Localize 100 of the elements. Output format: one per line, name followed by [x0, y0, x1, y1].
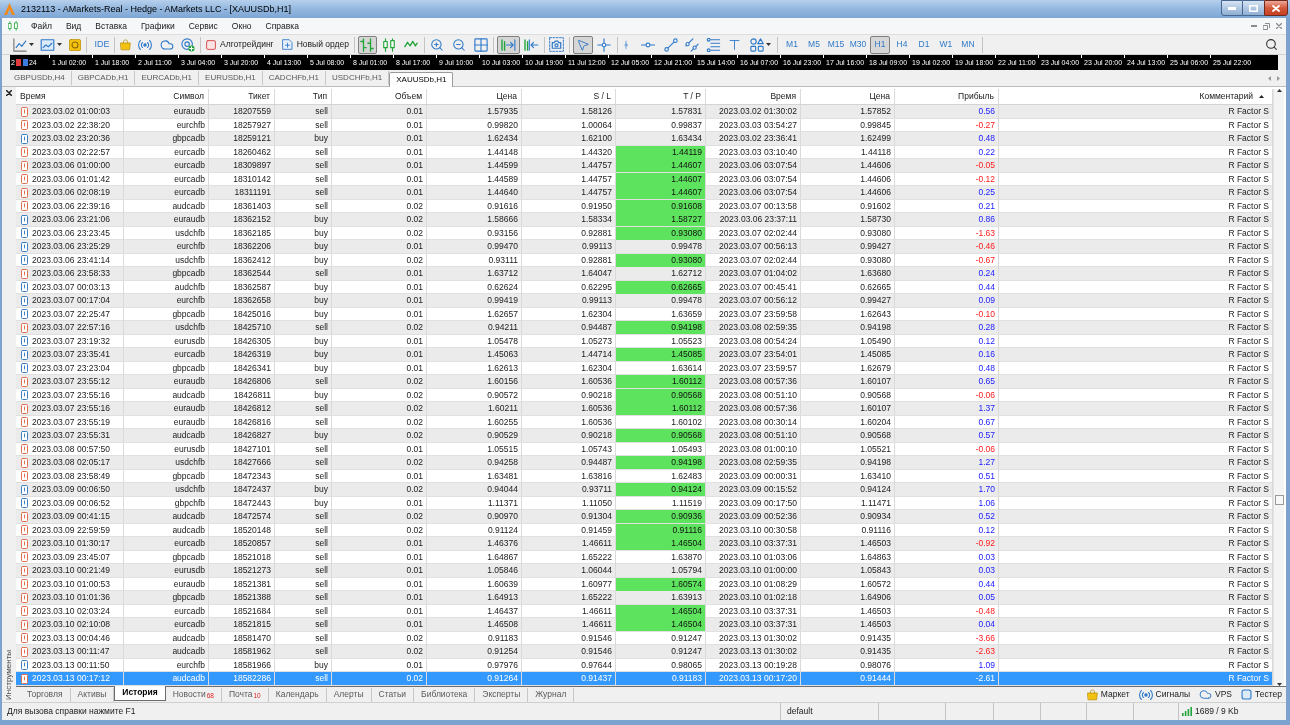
table-cell: 18472437: [209, 483, 275, 496]
service-button[interactable]: Сигналы: [1138, 688, 1191, 701]
table-row[interactable]: 2023.03.06 23:21:06 euraudb 18362152 buy 0.02 1.58666 1.58334 1.58727 2023.03.06 23:37:11 1.58730 0.86 R Factor S: [16, 213, 1273, 227]
tile-windows-button[interactable]: [471, 35, 490, 54]
table-cell: audcadb: [124, 388, 209, 402]
pointer-tool-button[interactable]: [594, 35, 614, 54]
timeframe-button[interactable]: D1: [913, 35, 934, 54]
table-cell: 18472574: [209, 510, 275, 523]
table-row[interactable]: 2023.03.09 00:41:15 audcadb 18472574 sell 0.02 0.90970 0.91304 0.90936 2023.03.09 00:52:36 0.90934 0.52 R Factor S: [16, 510, 1273, 524]
table-row[interactable]: 2023.03.06 01:00:00 eurcadb 18309897 sell 0.01 1.44599 1.44757 1.44607 2023.03.06 03:07:54 1.44606 -0.05 R Factor S: [16, 159, 1273, 173]
menu-item[interactable]: Вставка: [88, 18, 134, 34]
close-panel-button[interactable]: [6, 90, 12, 96]
table-cell: 18426816: [209, 415, 275, 429]
table-row[interactable]: 2023.03.10 01:01:36 gbpcadb 18521388 sell 0.01 1.64913 1.65222 1.63913 2023.03.10 01:02:18 1.64906 0.05 R Factor S: [16, 591, 1273, 605]
restore-button[interactable]: [1263, 22, 1270, 30]
column-header[interactable]: Объем: [394, 90, 422, 103]
table-row[interactable]: 2023.03.02 23:20:36 gbpcadb 18259121 buy 0.01 1.62434 1.62100 1.63434 2023.03.02 23:36:41 1.62499 0.48 R Factor S: [16, 132, 1273, 146]
table-row[interactable]: 2023.03.13 00:11:47 audcadb 18581962 sell 0.02 0.91254 0.91546 0.91247 2023.03.13 01:30:02 0.91435 -2.63 R Factor S: [16, 645, 1273, 659]
auto-scroll-button[interactable]: [496, 35, 520, 54]
column-header[interactable]: Цена: [869, 90, 890, 103]
timeframe-button[interactable]: W1: [935, 35, 956, 54]
table-row[interactable]: 2023.03.06 23:58:33 gbpcadb 18362544 sell 0.01 1.63712 1.64047 1.62712 2023.03.07 01:04:02 1.63680 0.24 R Factor S: [16, 267, 1273, 281]
chart-tab[interactable]: XAUUSDb,H1: [389, 72, 454, 87]
maximize-button[interactable]: [1243, 0, 1264, 16]
table-row[interactable]: 2023.03.08 02:05:17 usdchfb 18427666 sell 0.02 0.94258 0.94487 0.94198 2023.03.08 02:59:35 0.94198 1.27 R Factor S: [16, 456, 1273, 470]
trend-line-icon: [663, 37, 678, 52]
chart-type-button[interactable]: [357, 35, 377, 54]
table-cell: sell: [275, 375, 332, 388]
column-header[interactable]: T / P: [683, 90, 701, 103]
service-button[interactable]: Тестер: [1241, 688, 1282, 701]
table-cell: sell: [275, 618, 332, 631]
table-cell: 2023.03.09 00:15:52: [706, 483, 801, 496]
table-row[interactable]: 2023.03.09 00:06:50 usdchfb 18472437 buy 0.02 0.94044 0.93711 0.94124 2023.03.09 00:15:52 0.94124 1.70 R Factor S: [16, 483, 1273, 497]
table-row[interactable]: 2023.03.07 23:35:41 eurcadb 18426319 buy 0.01 1.45063 1.44714 1.45085 2023.03.07 23:54:01 1.45085 0.16 R Factor S: [16, 348, 1273, 362]
ide-button[interactable]: IDE: [93, 35, 111, 54]
table-row[interactable]: 2023.03.10 00:21:49 eurusdb 18521273 sell 0.01 1.05846 1.06044 1.05794 2023.03.10 01:00:00 1.05843 0.03 R Factor S: [16, 564, 1273, 578]
chart-tab[interactable]: GBPUSDb,H4: [8, 71, 72, 85]
table-cell: 0.91264: [427, 672, 522, 685]
table-row[interactable]: 2023.03.07 23:55:16 euraudb 18426812 sell 0.02 1.60211 1.60536 1.60112 2023.03.08 00:57:36 1.60107 1.37 R Factor S: [16, 402, 1273, 416]
chart-tab[interactable]: CADCHFb,H1: [262, 71, 326, 85]
timeframe-button[interactable]: M5: [803, 35, 824, 54]
column-header[interactable]: Прибыль: [958, 90, 994, 103]
table-cell: 0.01: [332, 550, 427, 564]
chart-tab[interactable]: EURCADb,H1: [135, 71, 200, 85]
service-button[interactable]: VPS: [1199, 688, 1233, 701]
menu-item[interactable]: Сервис: [181, 18, 225, 34]
vertical-scrollbar[interactable]: [1273, 89, 1284, 686]
timeframe-button[interactable]: M1: [781, 35, 802, 54]
menu-item[interactable]: Окно: [224, 18, 259, 34]
column-header[interactable]: S / L: [593, 90, 611, 103]
radar-button[interactable]: [179, 35, 197, 54]
table-cell: 0.91124: [427, 523, 522, 537]
trend-line-button[interactable]: [661, 35, 680, 54]
panel-tab[interactable]: История: [114, 686, 166, 701]
column-header[interactable]: Цена: [496, 90, 517, 103]
table-cell: sell: [275, 186, 332, 199]
service-button[interactable]: Маркет: [1086, 688, 1130, 701]
column-header[interactable]: Тикет: [248, 90, 270, 103]
column-header[interactable]: Время: [770, 90, 796, 103]
chart-tab[interactable]: GBPCADb,H1: [71, 71, 136, 85]
fibonacci-button[interactable]: [704, 35, 723, 54]
table-row[interactable]: 2023.03.06 02:08:19 eurcadb 18311191 sell 0.01 1.44640 1.44757 1.44607 2023.03.06 03:07:54 1.44606 0.25 R Factor S: [16, 186, 1273, 200]
column-header[interactable]: Тип: [312, 90, 327, 103]
table-row[interactable]: 2023.03.02 01:00:03 euraudb 18207559 sell 0.01 1.57935 1.58126 1.57831 2023.03.02 01:30:02 1.57852 0.56 R Factor S: [16, 105, 1273, 119]
table-cell: 1.46504: [616, 537, 706, 550]
timeframe-button[interactable]: M30: [847, 35, 868, 54]
table-cell: 1.62643: [801, 307, 895, 321]
table-row[interactable]: 2023.03.10 02:10:08 eurcadb 18521815 sell 0.01 1.46508 1.46611 1.46504 2023.03.10 03:37:31 1.46503 0.04 R Factor S: [16, 618, 1273, 632]
menu-item[interactable]: Графики: [133, 18, 182, 34]
close-button[interactable]: [1264, 0, 1288, 16]
table-row[interactable]: 2023.03.06 23:25:29 eurchfb 18362206 buy 0.01 0.99470 0.99113 0.99478 2023.03.07 00:56:13 0.99427 -0.46 R Factor S: [16, 240, 1273, 254]
menu-item[interactable]: Вид: [58, 18, 89, 34]
chart-tab[interactable]: EURUSDb,H1: [199, 71, 263, 85]
table-row[interactable]: 2023.03.07 22:57:16 usdchfb 18425710 sell 0.02 0.94211 0.94487 0.94198 2023.03.08 02:59:35 0.94198 0.28 R Factor S: [16, 321, 1273, 335]
algo-trading-button[interactable]: Алготрейдинг: [204, 35, 276, 54]
screenshot-button[interactable]: [547, 35, 566, 54]
timeframe-button[interactable]: H4: [891, 35, 912, 54]
table-row[interactable]: 2023.03.07 23:55:31 audcadb 18426827 buy 0.02 0.90529 0.90218 0.90568 2023.03.08 00:51:10 0.90568 0.57 R Factor S: [16, 429, 1273, 443]
table-cell: 2023.03.06 23:25:29: [32, 240, 110, 253]
pointer-tool-button[interactable]: [572, 35, 593, 54]
timeframe-button[interactable]: M15: [825, 35, 846, 54]
timeframe-button[interactable]: MN: [957, 35, 978, 54]
column-header[interactable]: Символ: [173, 90, 204, 103]
table-row[interactable]: 2023.03.07 23:55:12 euraudb 18426806 sell 0.02 1.60156 1.60536 1.60112 2023.03.08 00:57:36 1.60107 0.65 R Factor S: [16, 375, 1273, 389]
column-header[interactable]: Комментарий: [1199, 90, 1253, 103]
menu-item[interactable]: Файл: [24, 18, 59, 34]
column-header[interactable]: Время: [20, 90, 46, 103]
table-cell: sell: [275, 199, 332, 213]
minimize-button[interactable]: [1221, 0, 1243, 16]
menu-item[interactable]: Справка: [258, 18, 306, 34]
table-cell: 2023.03.09 00:06:52: [32, 496, 110, 510]
table-cell: 2023.03.06 22:39:16: [32, 199, 110, 213]
new-chart-button[interactable]: [12, 35, 35, 54]
new-order-button[interactable]: Новый ордер: [279, 35, 351, 54]
table-row[interactable]: 2023.03.07 00:17:04 eurchfb 18362658 buy 0.01 0.99419 0.99113 0.99478 2023.03.07 00:56:12 0.99427 0.09 R Factor S: [16, 294, 1273, 308]
table-row[interactable]: 2023.03.10 01:30:17 eurcadb 18520857 sell 0.01 1.46376 1.46611 1.46504 2023.03.10 03:37:31 1.46503 -0.92 R Factor S: [16, 537, 1273, 551]
table-cell: 0.44: [895, 577, 999, 591]
table-cell: 0.21: [895, 199, 999, 213]
scrollbar-thumb[interactable]: [1274, 495, 1284, 506]
table-cell: 0.02: [332, 199, 427, 213]
